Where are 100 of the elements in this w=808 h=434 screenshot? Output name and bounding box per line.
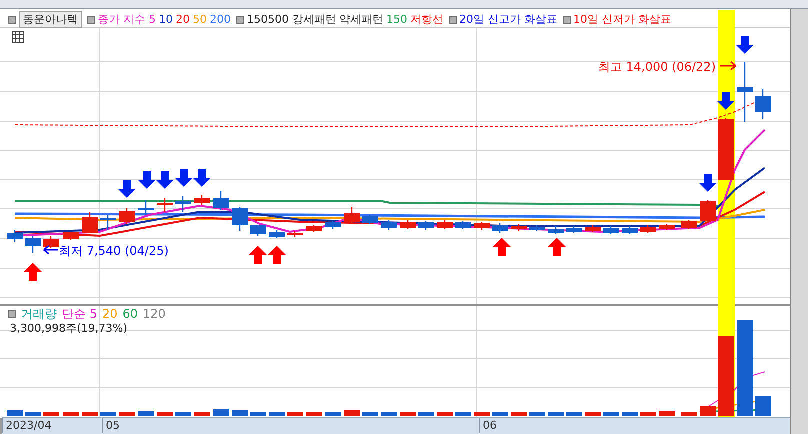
legend-item[interactable]: 200 xyxy=(210,12,231,28)
candlestick xyxy=(82,212,98,233)
down-arrow-icon xyxy=(736,36,754,54)
legend-item[interactable]: 20일 신고가 화살표 xyxy=(460,12,558,28)
candlestick xyxy=(7,230,23,242)
down-arrow-icon xyxy=(717,92,735,110)
volume-bar xyxy=(474,412,490,416)
volume-bar xyxy=(82,412,98,416)
candlestick xyxy=(437,220,453,229)
down-arrow-icon xyxy=(118,180,136,198)
candlestick xyxy=(400,220,416,229)
legend-item[interactable]: 20 xyxy=(176,12,190,28)
volume-bar xyxy=(603,412,619,416)
candlestick xyxy=(566,226,582,233)
candlestick xyxy=(175,196,191,212)
candlestick xyxy=(63,232,79,240)
up-arrow-icon xyxy=(24,263,42,281)
legend-item[interactable]: 단순 5 xyxy=(62,306,98,322)
candlestick xyxy=(640,225,656,233)
down-arrow-icon xyxy=(193,169,211,187)
candlestick xyxy=(306,225,322,232)
volume-bar xyxy=(250,412,266,416)
candlestick xyxy=(585,225,601,232)
axis-label: 2023/04 xyxy=(2,418,52,434)
stock-name-button[interactable]: 동운아나텍 xyxy=(19,11,82,28)
legend-item[interactable]: 10일 신저가 화살표 xyxy=(574,12,672,28)
volume-bar xyxy=(529,412,545,416)
legend-item[interactable]: 거래량 xyxy=(21,306,57,322)
volume-bar xyxy=(213,409,229,416)
volume-bar xyxy=(7,410,23,416)
legend-item[interactable]: 종가 지수 5 xyxy=(98,12,156,28)
volume-bar xyxy=(344,410,360,416)
volume-bar xyxy=(681,412,697,416)
volume-bar xyxy=(194,412,210,416)
legend-item[interactable]: 150500 강세패턴 xyxy=(247,12,336,28)
volume-bar xyxy=(700,406,716,416)
candlestick xyxy=(681,220,697,229)
volume-readout: 3,300,998주(19,73%) xyxy=(10,321,128,336)
candlestick xyxy=(548,226,564,234)
down-arrow-icon xyxy=(175,169,193,187)
volume-bar xyxy=(437,412,453,416)
candlestick xyxy=(25,236,41,253)
volume-bar xyxy=(157,412,173,416)
volume-bar xyxy=(566,412,582,416)
candlestick xyxy=(213,191,229,210)
volume-bar xyxy=(755,396,771,416)
candlestick xyxy=(269,230,285,238)
candlestick xyxy=(325,221,341,229)
high-price-label: 최고 14,000 (06/22) xyxy=(598,60,737,74)
volume-bar xyxy=(381,412,397,416)
volume-bar xyxy=(25,412,41,416)
square-icon xyxy=(8,310,16,318)
candlestick xyxy=(718,118,734,180)
volume-bar xyxy=(492,412,508,416)
down-arrow-icon xyxy=(138,171,156,189)
candlestick xyxy=(700,200,716,222)
volume-bar xyxy=(640,412,656,416)
candlestick xyxy=(362,215,378,224)
volume-bar xyxy=(622,412,638,416)
legend-item[interactable]: 150 xyxy=(386,12,408,28)
axis-label: 05 xyxy=(102,418,120,434)
candlestick xyxy=(418,221,434,230)
candlestick xyxy=(529,225,545,231)
volume-bar xyxy=(175,412,191,416)
down-arrow-icon xyxy=(699,174,717,192)
volume-bar xyxy=(511,412,527,416)
legend-item[interactable]: 120 xyxy=(143,306,166,322)
up-arrow-icon xyxy=(249,246,267,264)
legend-item[interactable]: 10 xyxy=(159,12,173,28)
low-price-label: 최저 7,540 (04/25) xyxy=(43,244,169,258)
volume-bar xyxy=(362,412,378,416)
volume-bar xyxy=(138,411,154,416)
candlestick xyxy=(287,231,303,237)
up-arrow-icon xyxy=(548,238,566,256)
candlestick xyxy=(250,225,266,236)
axis-label: 06 xyxy=(479,418,497,434)
volume-bar xyxy=(43,412,59,416)
candlestick xyxy=(43,236,59,248)
legend-item[interactable]: 약세패턴 xyxy=(340,12,384,28)
volume-bar xyxy=(269,412,285,416)
candlestick xyxy=(344,207,360,223)
candlestick xyxy=(474,222,490,230)
candlestick xyxy=(659,224,675,230)
volume-bar xyxy=(287,412,303,416)
table-icon[interactable] xyxy=(12,31,24,43)
volume-bar xyxy=(63,412,79,416)
candlestick xyxy=(511,224,527,231)
legend-item[interactable]: 60 xyxy=(122,306,138,322)
candlestick xyxy=(381,220,397,230)
up-arrow-icon xyxy=(493,238,511,256)
legend-item[interactable]: 저항선 xyxy=(410,12,444,28)
down-arrow-icon xyxy=(156,171,174,189)
candlestick xyxy=(157,198,173,212)
up-arrow-icon xyxy=(268,246,286,264)
candlestick xyxy=(119,208,135,224)
volume-bar xyxy=(100,412,116,416)
candlestick xyxy=(492,223,508,233)
candlestick xyxy=(603,226,619,234)
volume-bar xyxy=(400,412,416,416)
candlestick xyxy=(622,226,638,234)
